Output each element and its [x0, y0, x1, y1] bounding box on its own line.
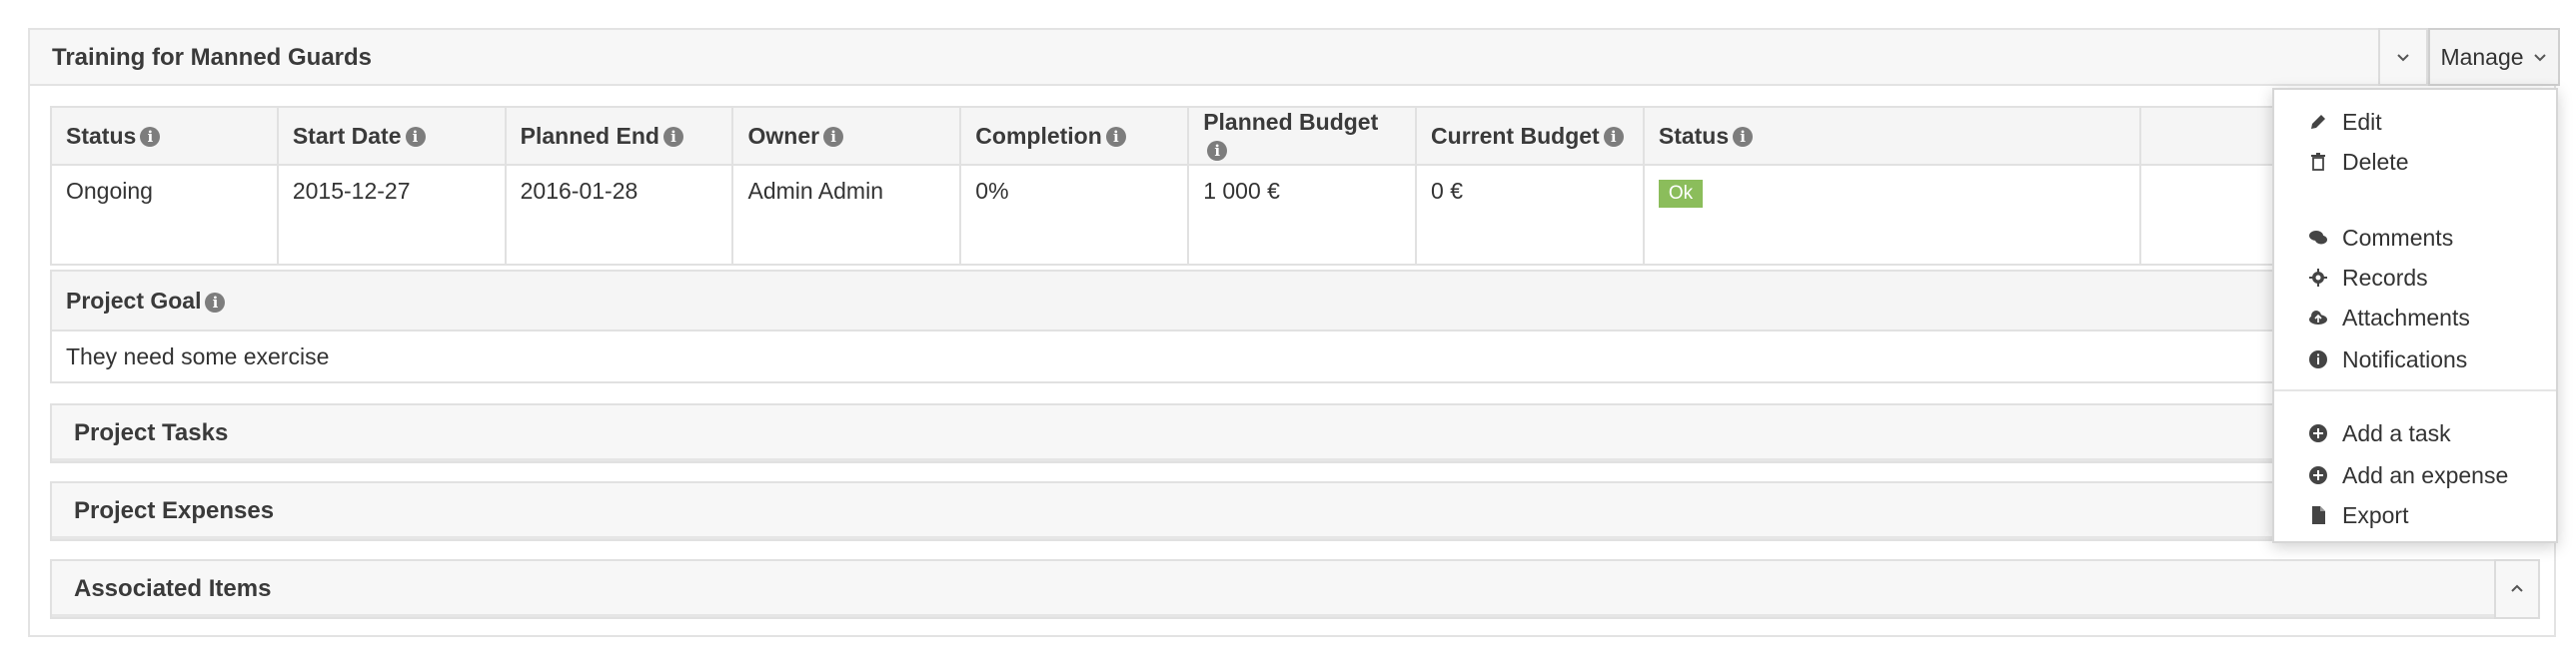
project-goal-title: Project Goal: [66, 288, 202, 314]
menu-item-attachments[interactable]: Attachments: [2308, 302, 2470, 333]
table-row: Ongoing 2015-12-27 2016-01-28 Admin Admi…: [50, 164, 2540, 266]
table-cell: 0 €: [1415, 164, 1645, 266]
info-icon: i: [1207, 140, 1228, 161]
chevron-up-icon: [2511, 584, 2523, 592]
info-icon: [2309, 350, 2327, 368]
cloud-upload-icon: [2309, 311, 2327, 325]
column-header: Status i: [1642, 106, 2142, 166]
menu-item-add-task[interactable]: Add a task: [2308, 417, 2451, 449]
table-cell: 0%: [959, 164, 1190, 266]
plus-circle-icon: [2309, 424, 2327, 442]
column-header: Planned Budgeti: [1187, 106, 1418, 166]
pencil-icon: [2311, 115, 2325, 129]
panel-title: Training for Manned Guards: [52, 44, 373, 71]
section-title: Associated Items: [74, 575, 272, 602]
chevron-down-icon: [2397, 54, 2409, 62]
menu-item-notifications[interactable]: Notifications: [2308, 343, 2467, 375]
status-badge: Ok: [1658, 180, 1704, 208]
section-title: Project Expenses: [74, 497, 275, 524]
table-cell: 2015-12-27: [276, 164, 507, 266]
info-icon: i: [823, 127, 844, 148]
gear-icon: [2309, 269, 2327, 287]
menu-item-export[interactable]: Export: [2308, 499, 2408, 531]
manage-button-label: Manage: [2440, 43, 2524, 70]
info-icon: i: [405, 127, 426, 148]
file-icon: [2312, 506, 2325, 524]
info-icon: i: [205, 292, 226, 313]
section-title: Project Tasks: [74, 419, 229, 446]
menu-item-label: Notifications: [2342, 345, 2468, 372]
table-cell: 2016-01-28: [504, 164, 734, 266]
panel-header: Training for Manned Guards Manage: [30, 28, 2560, 86]
table-cell: Admin Admin: [731, 164, 962, 266]
column-header: Completion i: [959, 106, 1190, 166]
comments-icon: [2309, 231, 2327, 245]
menu-item-delete[interactable]: Delete: [2308, 146, 2408, 178]
menu-item-label: Edit: [2342, 108, 2382, 135]
menu-item-label: Delete: [2342, 148, 2409, 175]
menu-item-add-expense[interactable]: Add an expense: [2308, 459, 2508, 491]
project-goal: Project Goal i They need some exercise: [50, 270, 2540, 383]
info-icon: i: [1603, 127, 1624, 148]
chevron-down-icon: [2533, 54, 2546, 62]
menu-divider: [2274, 389, 2556, 391]
info-icon: i: [662, 127, 683, 148]
menu-item-label: Add a task: [2342, 419, 2451, 446]
project-expenses-section[interactable]: Project Expenses: [50, 481, 2540, 541]
menu-item-label: Add an expense: [2342, 461, 2509, 488]
menu-item-label: Comments: [2342, 224, 2454, 251]
manage-button[interactable]: Manage: [2428, 28, 2560, 86]
column-header: Status i: [50, 106, 279, 166]
project-panel: Training for Manned Guards Manage Status…: [28, 28, 2560, 637]
column-header: Current Budget i: [1415, 106, 1645, 166]
expand-toggle-button[interactable]: [2494, 559, 2540, 619]
associated-items-section[interactable]: Associated Items: [50, 559, 2540, 619]
info-icon: i: [1105, 127, 1126, 148]
project-info-table: Status i Start Date i Planned End i Owner i …: [50, 106, 2540, 266]
plus-circle-icon: [2309, 466, 2327, 484]
info-icon: i: [140, 127, 161, 148]
info-icon: i: [1733, 127, 1754, 148]
table-cell: Ok: [1642, 164, 2142, 266]
column-header: Owner i: [731, 106, 962, 166]
menu-item-records[interactable]: Records: [2308, 262, 2428, 294]
menu-item-comments[interactable]: Comments: [2308, 222, 2453, 254]
project-goal-text: They need some exercise: [66, 343, 330, 369]
project-goal-header: Project Goal i: [52, 272, 2538, 332]
collapse-button[interactable]: [2378, 28, 2428, 86]
trash-icon: [2311, 153, 2325, 171]
project-tasks-section[interactable]: Project Tasks: [50, 403, 2540, 463]
menu-item-label: Records: [2342, 264, 2428, 291]
menu-item-label: Export: [2342, 501, 2409, 528]
table-cell: Ongoing: [50, 164, 279, 266]
column-header: Planned End i: [504, 106, 734, 166]
menu-item-edit[interactable]: Edit: [2308, 106, 2382, 138]
manage-dropdown-menu: Edit Delete Comments Records Attachments…: [2272, 88, 2558, 543]
table-header-row: Status i Start Date i Planned End i Owner i …: [50, 106, 2540, 166]
menu-item-label: Attachments: [2342, 304, 2470, 331]
column-header: Start Date i: [276, 106, 507, 166]
table-cell: 1 000 €: [1187, 164, 1418, 266]
